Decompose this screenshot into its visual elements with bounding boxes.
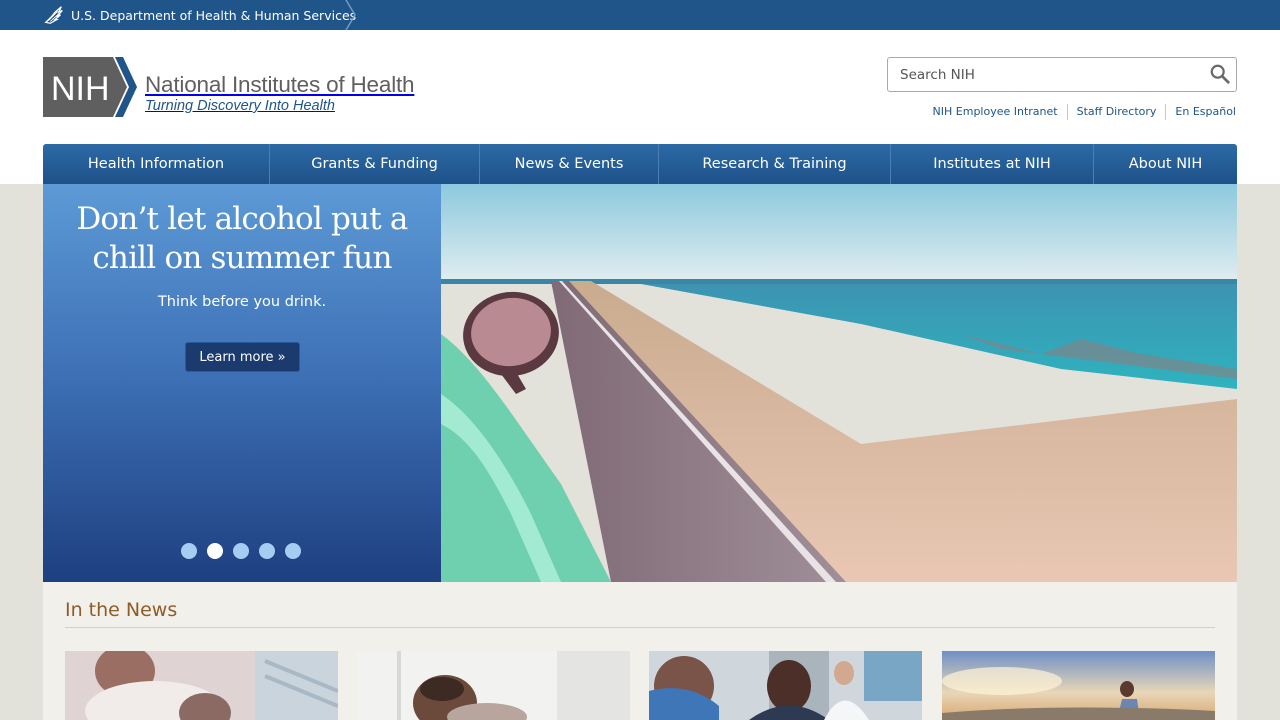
- nav-news-events[interactable]: News & Events: [480, 144, 659, 184]
- news-heading: In the News: [65, 599, 178, 621]
- carousel-dot-1[interactable]: [181, 543, 197, 559]
- hero-subtitle: Think before you drink.: [157, 294, 327, 310]
- hhs-bar: U.S. Department of Health & Human Servic…: [0, 0, 1280, 30]
- carousel-dots: [181, 543, 311, 559]
- in-the-news-section: In the News: [43, 582, 1237, 720]
- espanol-link[interactable]: En Español: [1165, 104, 1236, 120]
- carousel-dot-5[interactable]: [285, 543, 301, 559]
- search-input[interactable]: [889, 59, 1199, 90]
- nih-logo[interactable]: NIH National Institutes of Health Turnin…: [43, 57, 415, 117]
- news-card-1[interactable]: [65, 651, 338, 720]
- news-image-clinic: [649, 651, 922, 720]
- nav-health-information[interactable]: Health Information: [43, 144, 270, 184]
- nih-logo-mark: NIH: [43, 57, 137, 117]
- search-button[interactable]: [1208, 63, 1232, 87]
- news-image-mother-baby: [65, 651, 338, 720]
- hhs-link[interactable]: U.S. Department of Health & Human Servic…: [43, 0, 356, 30]
- employee-intranet-link[interactable]: NIH Employee Intranet: [924, 104, 1067, 120]
- news-image-runner: [942, 651, 1215, 720]
- search-icon: [1210, 64, 1230, 84]
- nav-research-training[interactable]: Research & Training: [659, 144, 891, 184]
- carousel-dot-2[interactable]: [207, 543, 223, 559]
- carousel-dot-3[interactable]: [233, 543, 249, 559]
- search-box: [887, 57, 1237, 92]
- nav-about[interactable]: About NIH: [1094, 144, 1237, 184]
- nav-grants-funding[interactable]: Grants & Funding: [270, 144, 480, 184]
- hhs-eagle-icon: [44, 6, 63, 24]
- main-nav: Health Information Grants & Funding News…: [43, 144, 1237, 184]
- nih-logo-abbr: NIH: [51, 70, 110, 108]
- staff-directory-link[interactable]: Staff Directory: [1066, 104, 1166, 120]
- chevron-right-icon: [345, 0, 356, 30]
- nav-institutes[interactable]: Institutes at NIH: [891, 144, 1094, 184]
- news-card-4[interactable]: [942, 651, 1215, 720]
- logo-name: National Institutes of Health: [145, 72, 415, 97]
- hero-image[interactable]: [441, 184, 1237, 582]
- news-card-2[interactable]: [357, 651, 630, 720]
- hero-carousel: Don’t let alcohol put a chill on summer …: [43, 184, 1237, 582]
- news-card-3[interactable]: [649, 651, 922, 720]
- utility-links: NIH Employee Intranet Staff Directory En…: [924, 104, 1236, 120]
- news-image-man: [357, 651, 630, 720]
- hhs-label: U.S. Department of Health & Human Servic…: [71, 7, 357, 23]
- logo-tagline: Turning Discovery Into Health: [145, 98, 335, 114]
- carousel-dot-4[interactable]: [259, 543, 275, 559]
- beach-road-image: [441, 184, 1237, 582]
- learn-more-button[interactable]: Learn more »: [185, 342, 300, 372]
- hero-text-panel: Don’t let alcohol put a chill on summer …: [43, 184, 441, 582]
- hero-title: Don’t let alcohol put a chill on summer …: [76, 201, 408, 276]
- news-divider: [65, 627, 1215, 628]
